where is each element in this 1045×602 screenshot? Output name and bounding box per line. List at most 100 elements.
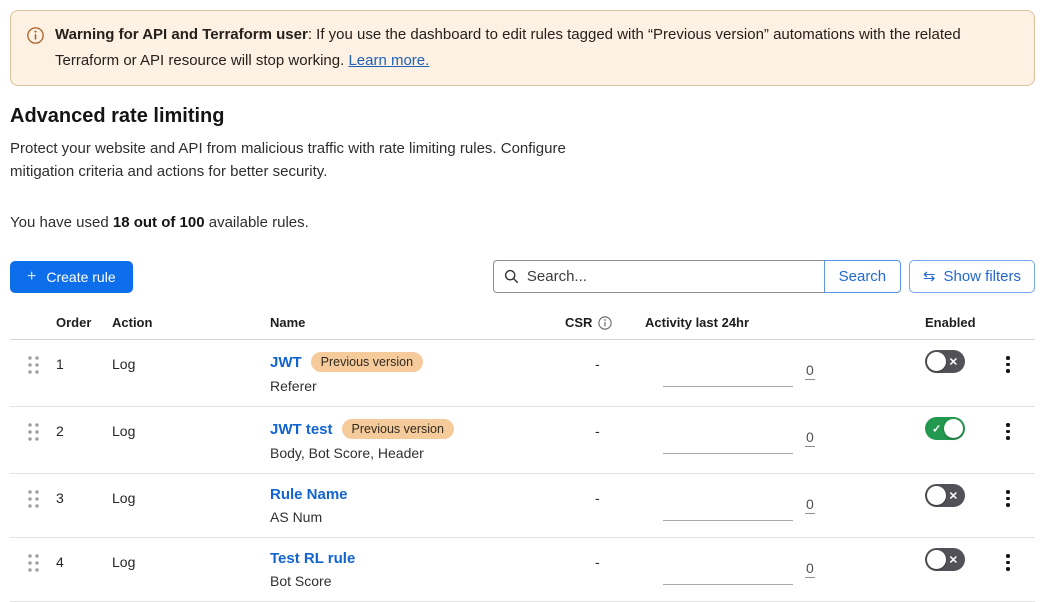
previous-version-badge: Previous version [311, 352, 423, 372]
header-spacer [10, 315, 56, 339]
rule-action: Log [112, 538, 270, 601]
rule-name-link[interactable]: JWT [270, 354, 302, 371]
check-icon: ✓ [932, 422, 941, 435]
table-row: 1 Log JWT Previous version Referer - 0 ✓… [10, 340, 1035, 407]
show-filters-label: Show filters [943, 268, 1021, 285]
create-rule-button[interactable]: + Create rule [10, 261, 133, 293]
kebab-menu-icon[interactable] [1002, 354, 1014, 378]
activity-count[interactable]: 0 [805, 496, 815, 514]
drag-handle-cell [10, 474, 56, 537]
activity-sparkline [663, 520, 793, 521]
info-icon [27, 27, 44, 44]
rule-name-link[interactable]: Rule Name [270, 486, 348, 503]
cross-icon: ✕ [949, 553, 958, 566]
rule-name-line: Rule Name [270, 486, 565, 503]
enabled-toggle[interactable]: ✓ ✕ [925, 350, 965, 373]
search-icon [504, 269, 519, 284]
usage-count: 18 out of 100 [113, 214, 205, 231]
table-body: 1 Log JWT Previous version Referer - 0 ✓… [10, 340, 1035, 602]
table-header-row: Order Action Name CSR Activity last 24hr… [10, 299, 1035, 340]
table-row: 2 Log JWT test Previous version Body, Bo… [10, 407, 1035, 474]
rule-activity-cell: 0 [635, 474, 885, 537]
enabled-cell: ✓ ✕ [885, 538, 980, 601]
column-header-action: Action [112, 315, 270, 339]
rule-order: 1 [56, 340, 112, 406]
rule-activity-cell: 0 [635, 407, 885, 473]
enabled-cell: ✓ ✕ [885, 340, 980, 406]
usage-prefix: You have used [10, 214, 113, 231]
rule-name-line: JWT Previous version [270, 352, 565, 372]
drag-handle-icon[interactable] [28, 490, 39, 510]
rule-name-cell: JWT Previous version Referer [270, 340, 565, 406]
drag-handle-icon[interactable] [28, 423, 39, 443]
warning-banner: Warning for API and Terraform user: If y… [10, 10, 1035, 86]
create-rule-label: Create rule [46, 269, 115, 285]
drag-handle-cell [10, 538, 56, 601]
rule-csr-value: - [565, 538, 635, 601]
drag-handle-cell [10, 407, 56, 473]
rule-activity-cell: 0 [635, 340, 885, 406]
rule-action: Log [112, 407, 270, 473]
rule-action: Log [112, 474, 270, 537]
info-icon[interactable] [598, 316, 612, 330]
toggle-knob [927, 486, 946, 505]
rule-csr-value: - [565, 407, 635, 473]
table-row: 4 Log Test RL rule Bot Score - 0 ✓ ✕ [10, 538, 1035, 602]
usage-suffix: available rules. [205, 214, 309, 231]
warning-title: Warning for API and Terraform user [55, 26, 308, 43]
rule-order: 2 [56, 407, 112, 473]
enabled-cell: ✓ ✕ [885, 474, 980, 537]
rule-activity-cell: 0 [635, 538, 885, 601]
drag-handle-icon[interactable] [28, 356, 39, 376]
drag-handle-cell [10, 340, 56, 406]
rule-criteria: Referer [270, 378, 565, 406]
enabled-toggle[interactable]: ✓ ✕ [925, 484, 965, 507]
rule-order: 4 [56, 538, 112, 601]
previous-version-badge: Previous version [342, 419, 454, 439]
rule-name-line: Test RL rule [270, 550, 565, 567]
rule-csr-value: - [565, 474, 635, 537]
enabled-toggle[interactable]: ✓ ✕ [925, 548, 965, 571]
activity-count[interactable]: 0 [805, 362, 815, 380]
enabled-cell: ✓ ✕ [885, 407, 980, 473]
rules-table: Order Action Name CSR Activity last 24hr… [10, 299, 1035, 602]
csr-header-label: CSR [565, 315, 592, 330]
rule-order: 3 [56, 474, 112, 537]
kebab-menu-icon[interactable] [1002, 488, 1014, 512]
activity-sparkline [663, 386, 793, 387]
enabled-toggle[interactable]: ✓ ✕ [925, 417, 965, 440]
drag-handle-icon[interactable] [28, 554, 39, 574]
row-menu-cell [980, 407, 1035, 473]
learn-more-link[interactable]: Learn more. [348, 52, 429, 69]
search-input[interactable] [493, 260, 824, 293]
search-box [493, 260, 824, 293]
rule-name-cell: Rule Name AS Num [270, 474, 565, 537]
kebab-menu-icon[interactable] [1002, 421, 1014, 445]
rule-name-link[interactable]: Test RL rule [270, 550, 355, 567]
row-menu-cell [980, 474, 1035, 537]
activity-count[interactable]: 0 [805, 560, 815, 578]
show-filters-button[interactable]: ⇆ Show filters [909, 260, 1035, 293]
rule-csr-value: - [565, 340, 635, 406]
activity-sparkline [663, 453, 793, 454]
kebab-menu-icon[interactable] [1002, 552, 1014, 576]
row-menu-cell [980, 340, 1035, 406]
column-header-activity: Activity last 24hr [635, 315, 885, 339]
toggle-knob [944, 419, 963, 438]
activity-count[interactable]: 0 [805, 429, 815, 447]
rule-action: Log [112, 340, 270, 406]
activity-sparkline [663, 584, 793, 585]
column-header-enabled: Enabled [885, 315, 980, 339]
rule-criteria: Body, Bot Score, Header [270, 445, 565, 473]
row-menu-cell [980, 538, 1035, 601]
cross-icon: ✕ [949, 355, 958, 368]
rule-name-cell: Test RL rule Bot Score [270, 538, 565, 601]
page-title: Advanced rate limiting [10, 105, 1035, 128]
rule-name-link[interactable]: JWT test [270, 421, 333, 438]
usage-text: You have used 18 out of 100 available ru… [10, 214, 1035, 231]
cross-icon: ✕ [949, 489, 958, 502]
header-spacer [980, 315, 1035, 339]
toggle-knob [927, 550, 946, 569]
rule-criteria: AS Num [270, 509, 565, 537]
search-button[interactable]: Search [824, 260, 901, 293]
